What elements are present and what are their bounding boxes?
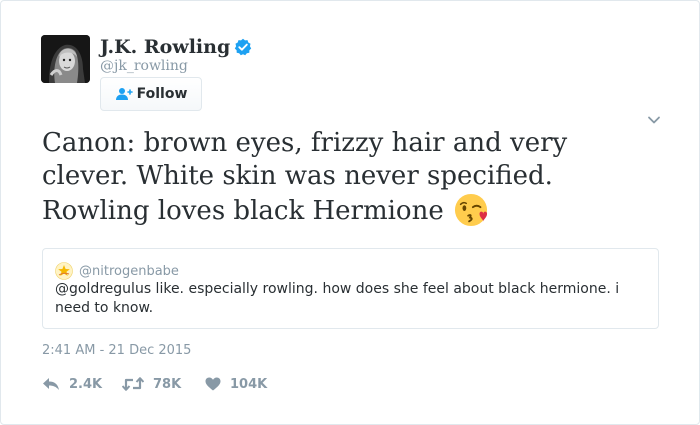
reply-count: 2.4K (69, 376, 103, 392)
quoted-tweet-text: @goldregulus like. especially rowling. h… (55, 281, 620, 316)
verified-badge-icon (235, 38, 252, 56)
tweet-text-line: clever. White skin was never specified. (42, 161, 553, 191)
reply-icon (43, 378, 59, 390)
tweet-text-line: Rowling loves black Hermione (42, 196, 444, 226)
retweet-count: 78K (153, 376, 182, 392)
reply-button[interactable]: 2.4K (42, 377, 122, 392)
like-button[interactable]: 104K (205, 377, 285, 392)
tweet-text-line-last: Rowling loves black Hermione (42, 193, 642, 228)
tweet-actions: 2.4K 78K 104K (42, 374, 285, 394)
retweet-button[interactable]: 78K (122, 377, 205, 392)
follow-button-label: Follow (136, 86, 188, 102)
author-display-name[interactable]: J.K. Rowling (100, 36, 252, 58)
follow-person-icon (115, 88, 133, 100)
author-avatar[interactable] (41, 35, 90, 83)
tweet-text: Canon: brown eyes, frizzy hair and very … (42, 127, 642, 228)
retweet-icon (122, 377, 144, 391)
chevron-down-icon[interactable] (647, 114, 661, 126)
avatar-image (41, 35, 90, 83)
like-count: 104K (230, 376, 268, 392)
quoted-tweet[interactable]: @nitrogenbabe @goldregulus like. especia… (42, 248, 659, 329)
quoted-user-handle: @nitrogenbabe (79, 263, 179, 279)
author-handle[interactable]: @jk_rowling (100, 58, 188, 74)
tweet-text-line: Canon: brown eyes, frizzy hair and very (42, 128, 568, 158)
heart-icon (205, 377, 221, 391)
tweet-timestamp[interactable]: 2:41 AM - 21 Dec 2015 (42, 343, 191, 358)
quoted-user-avatar-icon (55, 262, 73, 280)
author-name-text: J.K. Rowling (100, 36, 231, 58)
quoted-tweet-header: @nitrogenbabe (55, 262, 179, 280)
tweet-card: J.K. Rowling @jk_rowling Follow Canon: b… (0, 0, 700, 425)
face-throwing-kiss-emoji-icon (454, 193, 488, 227)
follow-button[interactable]: Follow (100, 77, 202, 111)
